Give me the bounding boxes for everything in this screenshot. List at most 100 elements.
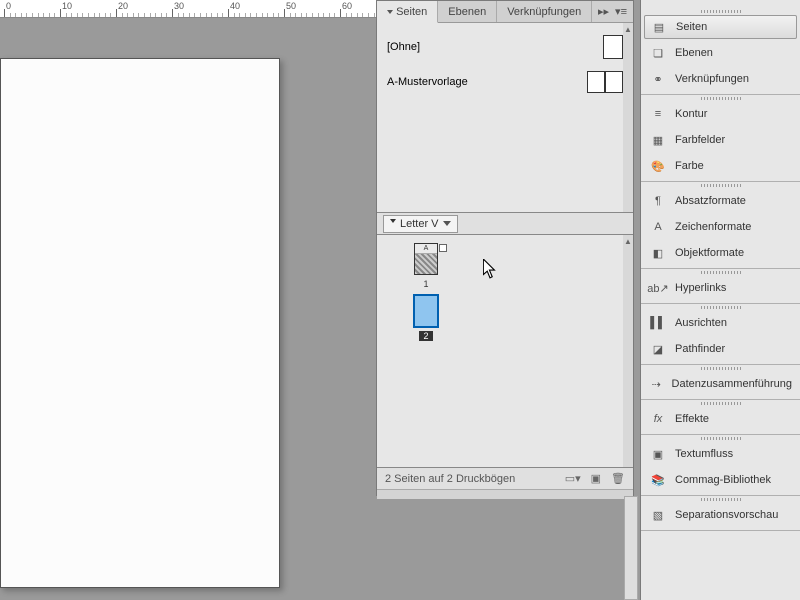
sidebar-color[interactable]: 🎨Farbe [641,153,800,179]
document-area[interactable] [0,18,376,600]
datamerge-icon: ⇢ [649,376,664,392]
sidebar-character-styles[interactable]: AZeichenformate [641,214,800,240]
hyperlink-icon: ab↗ [649,280,667,296]
master-row-none[interactable]: [Ohne] [387,29,623,65]
footer-status: 2 Seiten auf 2 Druckbögen [385,473,515,485]
collapse-panel-icon[interactable]: ▸▸ [598,5,609,18]
panel-group-color: ≡Kontur ▦ Farbfelder 🎨Farbe [641,95,800,182]
layers-icon: ❏ [649,45,667,61]
ruler-label: 40 [230,1,240,11]
sidebar-label: Pathfinder [675,343,725,355]
right-sidebar: ▤ Seiten ❏ Ebenen ⚭Verknüpfungen ≡Kontur ▦… [640,0,800,600]
pages-panel: Seiten Ebenen Verknüpfungen ▸▸ ▾≡ [Ohne]… [376,0,634,496]
master-label: A-Mustervorlage [387,76,468,88]
panel-menu-icon[interactable]: ▾≡ [615,5,627,18]
pages-scrollbar[interactable]: ▲ [623,235,633,467]
sidebar-label: Commag-Bibliothek [675,474,771,486]
textwrap-icon: ▣ [649,446,667,462]
sidebar-datamerge[interactable]: ⇢ Datenzusammenführung [641,371,800,397]
panel-resize-grip[interactable] [377,489,633,499]
panel-group-hyperlinks: ab↗ Hyperlinks [641,269,800,304]
sidebar-textwrap[interactable]: ▣ Textumfluss [641,441,800,467]
edit-page-icon[interactable]: ▭▾ [565,472,581,485]
swatches-icon: ▦ [649,132,667,148]
sidebar-separations[interactable]: ▧ Separationsvorschau [641,502,800,528]
tab-links[interactable]: Verknüpfungen [497,1,592,22]
sidebar-label: Datenzusammenführung [672,378,792,390]
doc-vertical-scrollbar[interactable] [624,496,638,600]
master-row-a[interactable]: A-Mustervorlage [387,65,623,99]
master-pages-list[interactable]: [Ohne] A-Mustervorlage ▲ [377,23,633,213]
sidebar-hyperlinks[interactable]: ab↗ Hyperlinks [641,275,800,301]
align-icon: ▌▌ [649,315,667,331]
sidebar-effects[interactable]: fx Effekte [641,406,800,432]
new-page-icon[interactable]: ▣ [591,472,601,485]
master-thumb-none[interactable] [603,35,623,59]
page-thumb-2[interactable] [414,295,438,327]
effects-icon: fx [649,411,667,427]
character-icon: A [649,219,667,235]
separations-icon: ▧ [649,507,667,523]
page-size-dropdown[interactable]: Letter V [383,215,458,233]
trash-icon[interactable]: 🗑 [611,472,625,485]
sidebar-links[interactable]: ⚭Verknüpfungen [641,66,800,92]
sidebar-library[interactable]: 📚Commag-Bibliothek [641,467,800,493]
panel-group-datamerge: ⇢ Datenzusammenführung [641,365,800,400]
sidebar-label: Separationsvorschau [675,509,778,521]
page-item-1[interactable]: A 1 [401,243,451,289]
pages-icon: ▤ [650,19,668,35]
panel-group-structure: ▤ Seiten ❏ Ebenen ⚭Verknüpfungen [641,8,800,95]
collapse-icon [387,10,393,14]
page-size-label: Letter V [400,218,439,230]
panel-group-styles: ¶ Absatzformate AZeichenformate ◧ Objektfo… [641,182,800,269]
sidebar-label: Farbe [675,160,704,172]
sidebar-label: Textumfluss [675,448,733,460]
object-icon: ◧ [649,245,667,261]
ruler-label: 60 [342,1,352,11]
panel-tab-controls: ▸▸ ▾≡ [598,1,633,22]
sidebar-label: Verknüpfungen [675,73,749,85]
group-grip[interactable] [641,8,800,14]
sidebar-top-controls [641,0,800,8]
sidebar-stroke[interactable]: ≡Kontur [641,101,800,127]
sidebar-label: Ebenen [675,47,713,59]
sidebar-swatches[interactable]: ▦ Farbfelder [641,127,800,153]
ruler-label: 20 [118,1,128,11]
sidebar-object-styles[interactable]: ◧ Objektformate [641,240,800,266]
sidebar-label: Objektformate [675,247,744,259]
ruler-label: 30 [174,1,184,11]
tab-layers[interactable]: Ebenen [438,1,497,22]
document-page[interactable] [0,58,280,588]
panel-group-align: ▌▌ Ausrichten ◪Pathfinder [641,304,800,365]
sidebar-label: Seiten [676,21,707,33]
sidebar-paragraph-styles[interactable]: ¶ Absatzformate [641,188,800,214]
sidebar-label: Effekte [675,413,709,425]
master-label: [Ohne] [387,41,420,53]
sidebar-pages[interactable]: ▤ Seiten [644,15,797,39]
ruler-label: 10 [62,1,72,11]
sidebar-label: Absatzformate [675,195,746,207]
panel-group-separations: ▧ Separationsvorschau [641,496,800,531]
page-number: 2 [419,331,432,341]
pages-list[interactable]: A 1 2 ▲ [377,235,633,467]
page-thumb-1[interactable]: A [414,243,438,275]
sidebar-label: Hyperlinks [675,282,726,294]
master-badge: A [415,244,437,254]
paragraph-icon: ¶ [649,193,667,209]
masters-scrollbar[interactable]: ▲ [623,23,633,212]
horizontal-ruler: 0102030405060 [0,0,376,18]
master-thumb-a[interactable] [587,71,623,93]
panel-tabs: Seiten Ebenen Verknüpfungen ▸▸ ▾≡ [377,1,633,23]
tab-pages[interactable]: Seiten [377,1,438,23]
sidebar-label: Ausrichten [675,317,727,329]
sidebar-label: Farbfelder [675,134,725,146]
sidebar-layers[interactable]: ❏ Ebenen [641,40,800,66]
panel-footer: 2 Seiten auf 2 Druckbögen ▭▾ ▣ 🗑 [377,467,633,489]
page-number: 1 [423,279,428,289]
ruler-label: 50 [286,1,296,11]
page-item-2[interactable]: 2 [401,295,451,341]
sidebar-align[interactable]: ▌▌ Ausrichten [641,310,800,336]
page-corner-icon [439,244,447,252]
tab-label: Seiten [396,6,427,18]
sidebar-pathfinder[interactable]: ◪Pathfinder [641,336,800,362]
